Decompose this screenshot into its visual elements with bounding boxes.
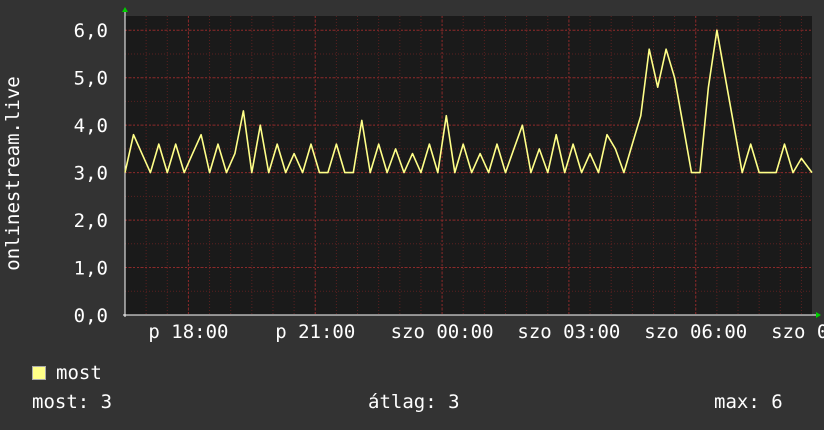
legend: most [32,362,102,384]
y-tick-label: 0,0 [74,305,108,327]
x-tick-label: p 18:00 [148,321,228,343]
y-axis-label: onlinestream.live [2,76,24,270]
line-chart: 0,0 1,0 2,0 3,0 4,0 5,0 6,0 p 18:00 p 21:00 szo … [2,7,824,343]
x-tick-label: szo 09:00 [771,321,824,343]
rrd-graph: { "chart_data": { "type": "line", "ylabe… [0,0,824,430]
stat-average-label: átlag: [368,391,437,413]
x-tick-label: p 21:00 [275,321,355,343]
y-tick-label: 6,0 [74,20,108,42]
y-tick-labels: 0,0 1,0 2,0 3,0 4,0 5,0 6,0 [74,20,108,327]
stat-max: max: 6 [714,391,783,413]
x-tick-label: szo 03:00 [517,321,620,343]
stat-current-value: 3 [100,391,113,413]
stat-max-label: max: [714,391,760,413]
plot-area [125,16,812,315]
x-tick-label: szo 06:00 [644,321,747,343]
y-tick-label: 1,0 [74,258,108,280]
y-tick-label: 2,0 [74,210,108,232]
y-tick-label: 4,0 [74,115,108,137]
stat-average: átlag: 3 [368,391,460,413]
x-tick-labels: p 18:00 p 21:00 szo 00:00 szo 03:00 szo 06:0… [148,321,824,343]
legend-label: most [56,362,102,384]
stat-current: most: 3 [32,391,112,413]
y-tick-label: 3,0 [74,163,108,185]
stat-average-value: 3 [448,391,460,413]
x-tick-label: szo 00:00 [391,321,494,343]
y-tick-label: 5,0 [74,68,108,90]
legend-swatch [32,366,46,380]
x-axis-arrow [816,312,821,318]
stat-current-label: most: [32,391,90,413]
y-axis-arrow [122,7,128,12]
stat-max-value: 6 [771,391,783,413]
